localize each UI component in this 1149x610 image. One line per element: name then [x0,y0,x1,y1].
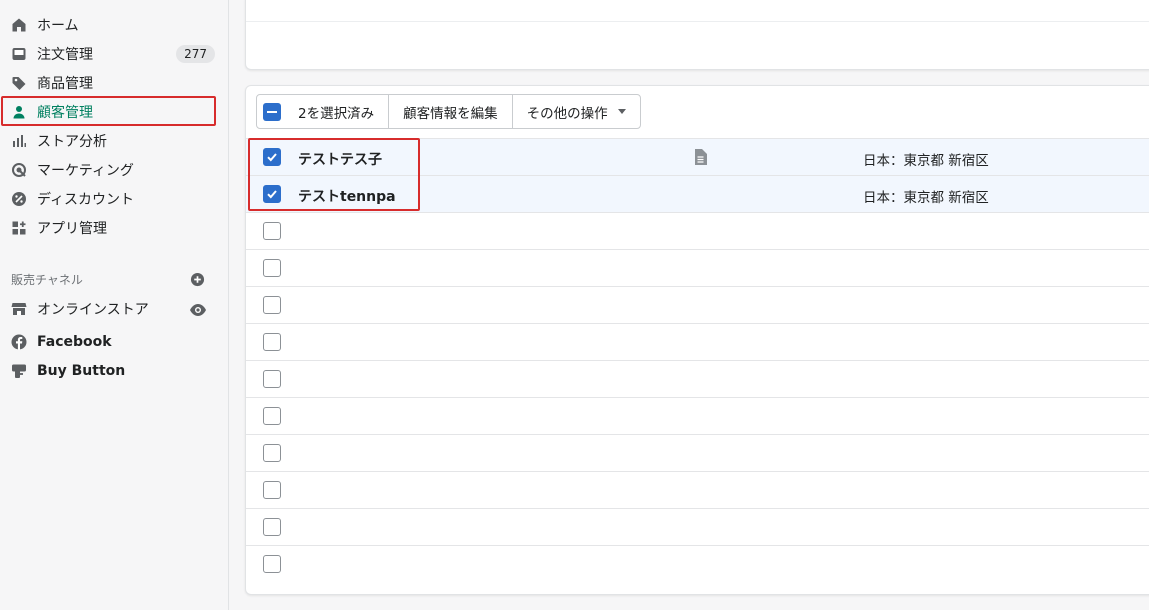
nav-label: Buy Button [37,362,126,379]
home-icon [10,16,28,34]
table-row[interactable] [246,212,1149,249]
nav-label: ホーム [37,17,79,34]
nav-orders[interactable]: 注文管理 277 [0,39,229,68]
divider [246,21,1149,22]
nav-discounts[interactable]: ディスカウント [0,184,229,213]
orders-count-badge: 277 [176,45,215,63]
edit-customers-button[interactable]: 顧客情報を編集 [389,95,513,128]
row-checkbox[interactable] [263,296,281,314]
table-row[interactable] [246,286,1149,323]
table-row[interactable] [246,471,1149,508]
bulk-action-bar: 2を選択済み 顧客情報を編集 その他の操作 [256,94,641,129]
nav-label: Facebook [37,333,112,350]
edit-customers-label: 顧客情報を編集 [403,105,498,122]
top-card [245,0,1149,70]
nav-products[interactable]: 商品管理 [0,68,229,97]
deselect-all-button[interactable]: 2を選択済み [257,95,390,128]
nav-home[interactable]: ホーム [0,10,229,39]
row-checkbox[interactable] [263,555,281,573]
nav-label: アプリ管理 [37,220,107,237]
nav-label: ストア分析 [37,133,107,150]
more-actions-button[interactable]: その他の操作 [513,95,640,128]
table-row[interactable] [246,508,1149,545]
bar-chart-icon [10,132,28,150]
nav-buy-button[interactable]: Buy Button [0,356,229,385]
customer-location: 日本：東京都 新宿区 [863,190,989,206]
caret-down-icon [617,109,626,114]
apps-icon [10,219,28,237]
annotation-highlight-selected-rows [248,138,420,211]
row-checkbox[interactable] [263,333,281,351]
target-icon [10,161,28,179]
nav-label: 商品管理 [37,75,93,92]
tag-icon [10,74,28,92]
store-icon [10,300,28,318]
more-actions-label: その他の操作 [526,105,608,122]
row-checkbox[interactable] [263,481,281,499]
row-checkbox[interactable] [263,259,281,277]
nav-label: オンラインストア [37,301,149,318]
table-row[interactable] [246,249,1149,286]
buy-button-icon [10,362,28,380]
sidebar: ホーム 注文管理 277 商品管理 顧客管理 ストア分析 マーケティング ディス… [0,0,229,610]
discount-icon [10,190,28,208]
row-checkbox[interactable] [263,407,281,425]
row-checkbox[interactable] [263,444,281,462]
facebook-icon [10,333,28,351]
customer-location: 日本：東京都 新宿区 [863,153,989,169]
row-checkbox[interactable] [263,518,281,536]
minus-checkbox-icon[interactable] [263,102,281,121]
view-store-eye-icon[interactable] [189,302,207,322]
note-document-icon [694,149,707,169]
table-row[interactable] [246,360,1149,397]
row-checkbox[interactable] [263,222,281,240]
table-row[interactable] [246,323,1149,360]
nav-facebook[interactable]: Facebook [0,327,229,356]
nav-marketing[interactable]: マーケティング [0,155,229,184]
sales-channels-heading: 販売チャネル [11,273,83,287]
table-row[interactable] [246,545,1149,582]
nav-label: ディスカウント [37,191,135,208]
inbox-icon [10,45,28,63]
nav-analytics[interactable]: ストア分析 [0,126,229,155]
nav-apps[interactable]: アプリ管理 [0,213,229,242]
nav-label: 注文管理 [37,46,93,63]
table-row[interactable] [246,434,1149,471]
table-row[interactable] [246,397,1149,434]
row-checkbox[interactable] [263,370,281,388]
nav-label: マーケティング [37,162,134,179]
selected-count-label: 2を選択済み [298,105,375,122]
add-channel-icon[interactable] [190,272,205,291]
annotation-highlight-customers [1,96,216,126]
